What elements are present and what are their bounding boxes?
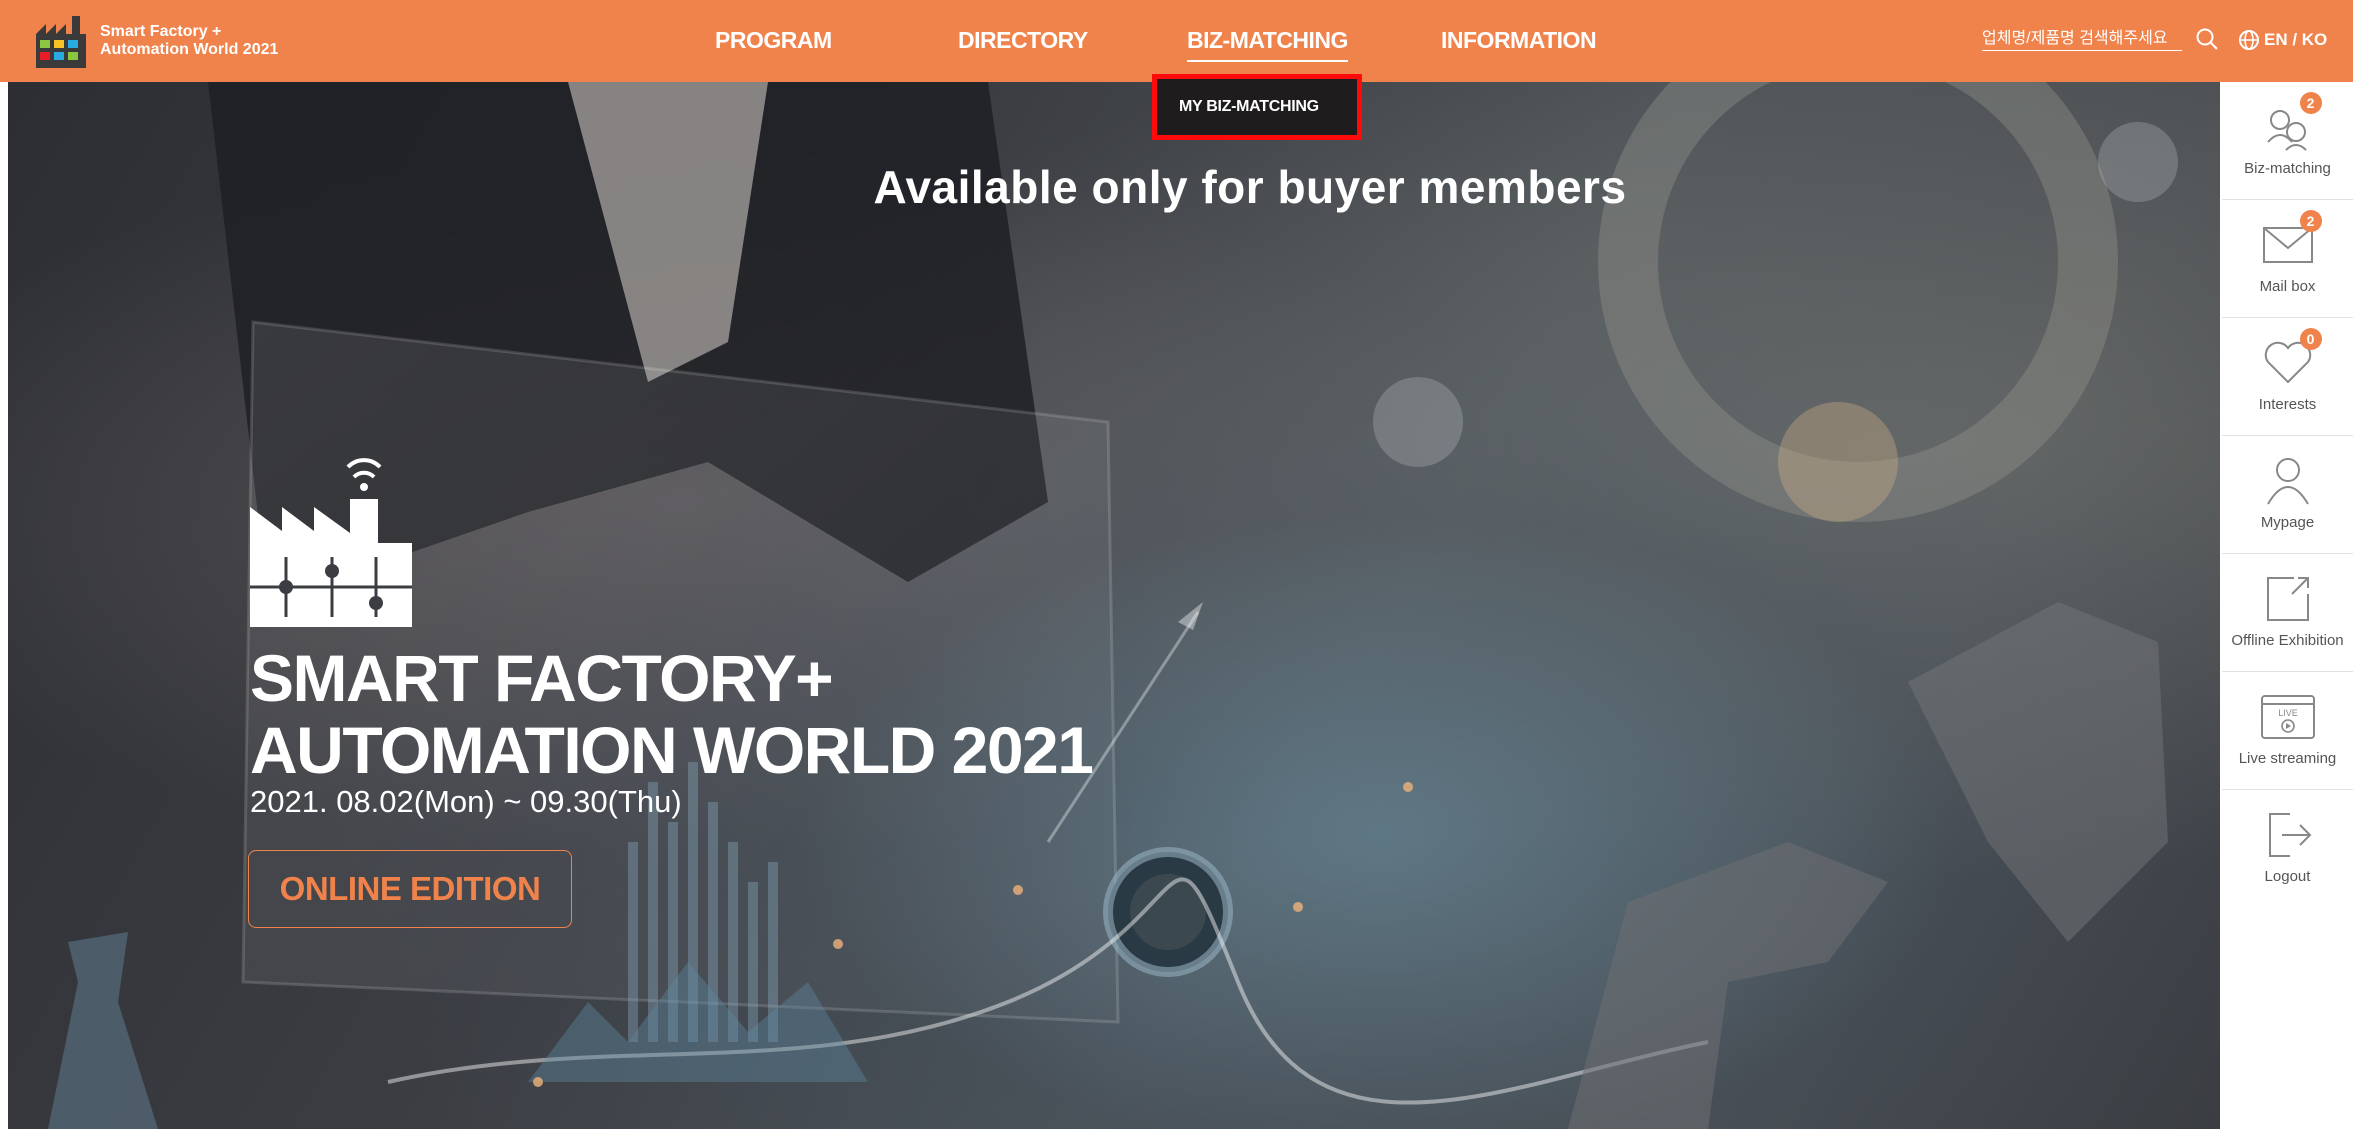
nav-directory[interactable]: DIRECTORY	[958, 27, 1088, 54]
right-quick-menu: 2 Biz-matching 2 Mail box 0 Interests My…	[2222, 82, 2353, 1129]
sidebar-item-interests[interactable]: 0 Interests	[2222, 318, 2353, 436]
live-icon-text: LIVE	[2278, 708, 2298, 718]
sidebar-item-logout[interactable]: Logout	[2222, 790, 2353, 908]
my-biz-matching-link[interactable]: MY BIZ-MATCHING	[1157, 98, 1319, 116]
buyer-only-notice: Available only for buyer members	[873, 161, 1627, 213]
live-icon: LIVE	[2260, 695, 2315, 739]
mail-badge: 2	[2299, 210, 2322, 232]
sidebar-label: Interests	[2258, 396, 2317, 413]
sidebar-item-offline-exhibition[interactable]: Offline Exhibition	[2222, 554, 2353, 672]
interests-badge: 0	[2299, 328, 2322, 350]
event-date: 2021. 08.02(Mon) ~ 09.30(Thu)	[250, 784, 682, 819]
sidebar-label: Offline Exhibition	[2231, 632, 2344, 649]
search-icon[interactable]	[2194, 26, 2220, 52]
logo-line2: Automation World 2021	[100, 41, 279, 58]
site-logo[interactable]: Smart Factory + Automation World 2021	[34, 12, 278, 70]
search-bar	[1982, 26, 2220, 52]
factory-logo-icon	[36, 16, 86, 68]
sidebar-item-live-streaming[interactable]: LIVE Live streaming	[2222, 672, 2353, 790]
logout-icon	[2268, 813, 2311, 857]
logo-line1: Smart Factory +	[100, 23, 222, 40]
hero-factory-icon	[250, 458, 412, 627]
language-label: EN / KO	[2264, 30, 2328, 49]
nav-program[interactable]: PROGRAM	[715, 27, 832, 54]
language-toggle[interactable]: EN / KO	[2238, 29, 2327, 51]
nav-biz-matching[interactable]: BIZ-MATCHING	[1187, 27, 1348, 62]
sidebar-item-biz-matching[interactable]: 2 Biz-matching	[2222, 82, 2353, 200]
top-header: Smart Factory + Automation World 2021 PR…	[0, 0, 2353, 82]
external-link-icon	[2266, 577, 2309, 621]
page: Smart Factory + Automation World 2021 PR…	[0, 0, 2353, 1129]
search-input[interactable]	[1982, 27, 2182, 51]
hero-banner: SMART FACTORY+ AUTOMATION WORLD 2021 202…	[8, 82, 2220, 1129]
biz-matching-dropdown: MY BIZ-MATCHING	[1152, 74, 1362, 140]
globe-icon	[2239, 30, 2259, 50]
nav-information[interactable]: INFORMATION	[1441, 27, 1597, 54]
sidebar-label: Biz-matching	[2244, 160, 2331, 177]
hero-title-line1: SMART FACTORY+	[250, 641, 834, 715]
user-icon	[2266, 458, 2309, 505]
hero-title-line2: AUTOMATION WORLD 2021	[250, 713, 1094, 787]
online-edition-button[interactable]: ONLINE EDITION	[248, 850, 572, 928]
sidebar-label: Mail box	[2259, 278, 2316, 295]
biz-matching-badge: 2	[2299, 92, 2322, 114]
sidebar-item-mypage[interactable]: Mypage	[2222, 436, 2353, 554]
sidebar-label: Logout	[2264, 868, 2311, 885]
hero-title: SMART FACTORY+ AUTOMATION WORLD 2021	[250, 641, 1094, 787]
sidebar-label: Mypage	[2260, 514, 2315, 531]
sidebar-label: Live streaming	[2238, 750, 2337, 767]
sidebar-item-mail-box[interactable]: 2 Mail box	[2222, 200, 2353, 318]
